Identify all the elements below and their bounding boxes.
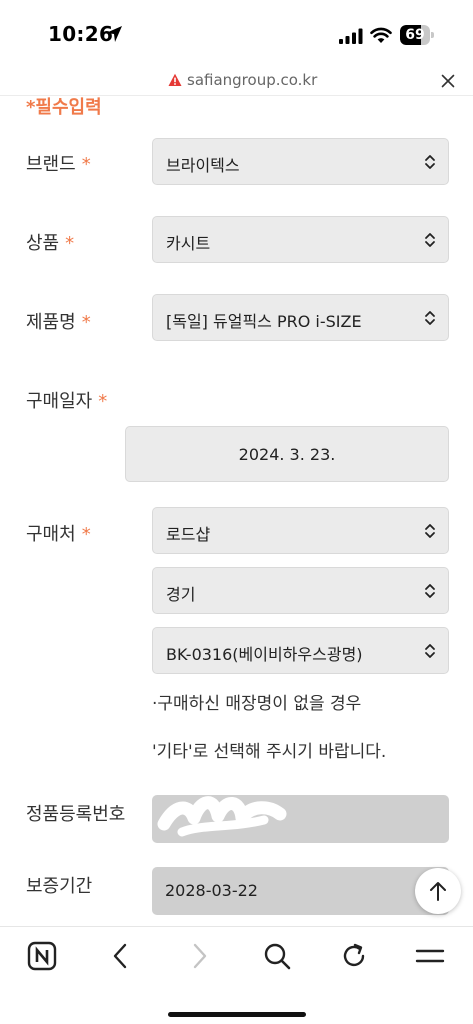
wifi-icon	[370, 27, 392, 43]
chevron-up-down-icon	[425, 311, 435, 325]
chevron-up-down-icon	[425, 233, 435, 247]
url-bar[interactable]: safiangroup.co.kr	[0, 66, 473, 96]
brand-label: 브랜드 *	[26, 154, 91, 175]
arrow-up-icon	[430, 882, 446, 901]
required-mark: *	[81, 312, 91, 333]
search-icon[interactable]	[262, 941, 292, 971]
brand-select-value: 브라이텍스	[166, 156, 240, 175]
store-help-line-2: '기타'로 선택해 주시기 바랍니다.	[152, 742, 387, 762]
store-shop-select[interactable]: BK-0316(베이비하우스광명)	[152, 627, 449, 674]
battery-indicator: 69	[400, 25, 434, 45]
required-mark: *	[81, 524, 91, 545]
menu-icon[interactable]	[415, 941, 445, 971]
status-bar: 10:26 69	[0, 0, 473, 66]
warning-triangle-icon	[168, 73, 182, 86]
warranty-period-label: 보증기간	[26, 876, 93, 897]
registration-number-label: 정품등록번호	[26, 804, 126, 825]
warranty-period-value: 2028-03-22	[165, 881, 258, 900]
store-region-select-value: 경기	[166, 585, 196, 604]
home-indicator	[168, 1012, 306, 1017]
refresh-icon[interactable]	[339, 941, 369, 971]
forward-chevron-right-icon[interactable]	[184, 941, 214, 971]
store-region-select[interactable]: 경기	[152, 567, 449, 614]
chevron-up-down-icon	[425, 644, 435, 658]
url-domain[interactable]: safiangroup.co.kr	[187, 71, 317, 89]
store-type-select[interactable]: 로드샵	[152, 507, 449, 554]
purchase-date-value: 2024. 3. 23.	[238, 445, 336, 464]
cellular-signal-icon	[339, 28, 363, 44]
product-name-select-value: [독일] 듀얼픽스 PRO i-SIZE	[166, 312, 362, 331]
chevron-up-down-icon	[425, 155, 435, 169]
location-arrow-icon	[106, 26, 122, 42]
close-icon[interactable]	[441, 74, 455, 88]
back-chevron-left-icon[interactable]	[106, 941, 136, 971]
naver-n-icon[interactable]	[27, 941, 57, 971]
required-mark: *	[65, 233, 75, 254]
purchase-date-input[interactable]: 2024. 3. 23.	[125, 426, 449, 482]
store-shop-select-value: BK-0316(베이비하우스광명)	[166, 645, 363, 664]
purchase-date-label: 구매일자 *	[26, 391, 108, 412]
chevron-up-down-icon	[425, 584, 435, 598]
browser-toolbar	[0, 926, 473, 1024]
chevron-up-down-icon	[425, 524, 435, 538]
store-label: 구매처 *	[26, 524, 91, 545]
battery-percent: 69	[405, 27, 425, 43]
redaction-scribble	[157, 796, 287, 837]
product-select-value: 카시트	[166, 234, 211, 253]
required-mark: *	[98, 391, 108, 412]
product-select[interactable]: 카시트	[152, 216, 449, 263]
store-help-line-1: ·구매하신 매장명이 없을 경우	[152, 694, 362, 714]
required-mark: *	[81, 154, 91, 175]
store-type-select-value: 로드샵	[166, 525, 211, 544]
brand-select[interactable]: 브라이텍스	[152, 138, 449, 185]
required-note: *필수입력	[26, 97, 102, 118]
scroll-to-top-button[interactable]	[415, 868, 461, 914]
product-label: 상품 *	[26, 233, 75, 254]
product-name-label: 제품명 *	[26, 312, 91, 333]
product-name-select[interactable]: [독일] 듀얼픽스 PRO i-SIZE	[152, 294, 449, 341]
warranty-period-field: 2028-03-22	[152, 867, 449, 915]
